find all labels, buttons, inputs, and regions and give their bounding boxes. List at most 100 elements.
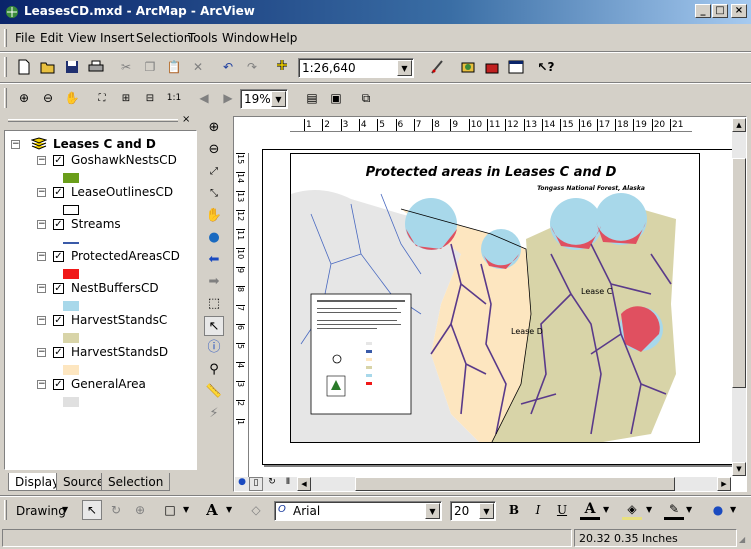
minimize-button[interactable]: _ [695,4,711,18]
map-scale-combo[interactable]: 1:26,640 ▼ [298,58,414,78]
resize-grip-icon[interactable]: ◢ [739,535,749,545]
horizontal-scroll-thumb[interactable] [355,477,675,491]
layer-name[interactable]: HarvestStandsD [71,345,168,359]
menu-insert[interactable]: Insert [100,31,134,45]
layer-symbol[interactable] [63,397,79,407]
chevron-down-icon[interactable]: ▼ [646,505,652,514]
layer-symbol[interactable] [63,205,79,215]
layer-visibility-checkbox[interactable]: ✓ [53,219,64,230]
layer-name[interactable]: GeneralArea [71,377,146,391]
layer-name[interactable]: HarvestStandsC [71,313,167,327]
map-legend[interactable] [310,293,412,415]
edit-vertices-icon[interactable]: ◇ [246,500,266,520]
measure-icon[interactable]: 📏 [204,382,224,402]
chevron-down-icon[interactable]: ▼ [686,505,692,514]
arctoolbox-icon[interactable] [482,57,502,77]
zoom-in-page-icon[interactable]: ⊕ [14,88,34,108]
command-line-icon[interactable] [506,57,526,77]
change-layout-icon[interactable]: ⧉ [356,88,376,108]
toolbar-grip[interactable] [4,500,7,520]
layer-name[interactable]: LeaseOutlinesCD [71,185,173,199]
menu-selection[interactable]: Selection [136,31,191,45]
layer-symbol[interactable] [63,173,79,183]
bold-button[interactable]: B [504,500,524,520]
layer-visibility-checkbox[interactable]: ✓ [53,315,64,326]
maximize-button[interactable]: □ [712,4,728,18]
layer-symbol[interactable] [63,269,79,279]
zoom-in-icon[interactable]: ⊕ [204,118,224,138]
chevron-down-icon[interactable]: ▼ [226,505,232,514]
fixed-zoom-in-icon[interactable]: ⊞ [116,88,136,108]
open-icon[interactable] [38,57,58,77]
layer-symbol[interactable] [63,301,79,311]
collapse-icon[interactable]: − [37,220,46,229]
scroll-right-icon[interactable]: ▶ [717,477,731,491]
menu-view[interactable]: View [68,31,96,45]
underline-button[interactable]: U [552,500,572,520]
layer-visibility-checkbox[interactable]: ✓ [53,347,64,358]
font-size-combo[interactable]: 20 ▼ [450,501,496,521]
zoom-out-icon[interactable]: ⊖ [204,140,224,160]
select-elements-icon[interactable]: ↖ [204,316,224,336]
pan-page-icon[interactable]: ✋ [62,88,82,108]
layer-name[interactable]: ProtectedAreasCD [71,249,180,263]
fixed-zoom-out-icon[interactable]: ⤡ [204,184,224,204]
zoom-to-selected-icon[interactable]: ⊕ [130,500,150,520]
collapse-icon[interactable]: − [37,348,46,357]
data-view-icon[interactable]: ● [235,477,249,491]
focus-data-frame-icon[interactable]: ▣ [326,88,346,108]
toc-grip[interactable] [8,119,178,122]
forward-extent-icon[interactable]: ▶ [218,88,238,108]
menu-grip[interactable] [4,29,7,47]
layer-visibility-checkbox[interactable]: ✓ [53,379,64,390]
redo-icon[interactable]: ↷ [242,57,262,77]
collapse-icon[interactable]: − [37,284,46,293]
drawing-menu[interactable]: Drawing [16,504,66,518]
chevron-down-icon[interactable]: ▼ [183,505,189,514]
marker-color-icon[interactable]: ● [708,500,728,520]
layer-name[interactable]: Streams [71,217,121,231]
layer-visibility-checkbox[interactable]: ✓ [53,251,64,262]
scroll-down-icon[interactable]: ▼ [732,462,746,476]
layer-symbol[interactable] [63,365,79,375]
back-arrow-icon[interactable]: ⬅ [204,250,224,270]
select-features-icon[interactable]: ⬚ [204,294,224,314]
zoom-percent-combo[interactable]: 19% ▼ [240,89,288,109]
map-title[interactable]: Protected areas in Leases C and D [366,165,617,180]
zoom-whole-page-icon[interactable]: ⛶ [92,88,112,108]
text-tool-icon[interactable]: A [202,500,222,520]
layer-visibility-checkbox[interactable]: ✓ [53,187,64,198]
toggle-draft-icon[interactable]: ▤ [302,88,322,108]
tab-selection[interactable]: Selection [101,473,171,491]
scroll-left-icon[interactable]: ◀ [297,477,311,491]
forward-arrow-icon[interactable]: ➡ [204,272,224,292]
chevron-down-icon[interactable]: ▼ [397,60,412,76]
layer-name[interactable]: GoshawkNestsCD [71,153,177,167]
chevron-down-icon[interactable]: ▼ [62,505,68,514]
layer-symbol[interactable] [63,333,79,343]
collapse-icon[interactable]: − [37,188,46,197]
rectangle-icon[interactable]: □ [160,500,180,520]
fixed-zoom-in-icon[interactable]: ⤢ [204,162,224,182]
italic-button[interactable]: I [528,500,548,520]
layout-view-icon[interactable]: ▯ [249,477,263,491]
add-data-icon[interactable] [272,57,292,77]
collapse-icon[interactable]: − [37,316,46,325]
zoom-100-icon[interactable]: 1:1 [164,88,184,108]
rotate-icon[interactable]: ↻ [106,500,126,520]
new-icon[interactable] [14,57,34,77]
print-icon[interactable] [86,57,106,77]
collapse-icon[interactable]: − [37,380,46,389]
data-frame-name[interactable]: Leases C and D [53,137,156,151]
hyperlink-icon[interactable]: ⚡ [204,404,224,424]
collapse-icon[interactable]: − [37,252,46,261]
save-icon[interactable] [62,57,82,77]
chevron-down-icon[interactable]: ▼ [730,505,736,514]
delete-icon[interactable]: ✕ [188,57,208,77]
collapse-icon[interactable]: − [11,140,20,149]
identify-icon[interactable]: ⓘ [204,338,224,358]
toolbar-grip[interactable] [4,88,7,108]
paste-icon[interactable]: 📋 [164,57,184,77]
fill-color-icon[interactable]: ◈ [622,500,642,520]
map-subtitle[interactable]: Tongass National Forest, Alaska [537,185,645,192]
